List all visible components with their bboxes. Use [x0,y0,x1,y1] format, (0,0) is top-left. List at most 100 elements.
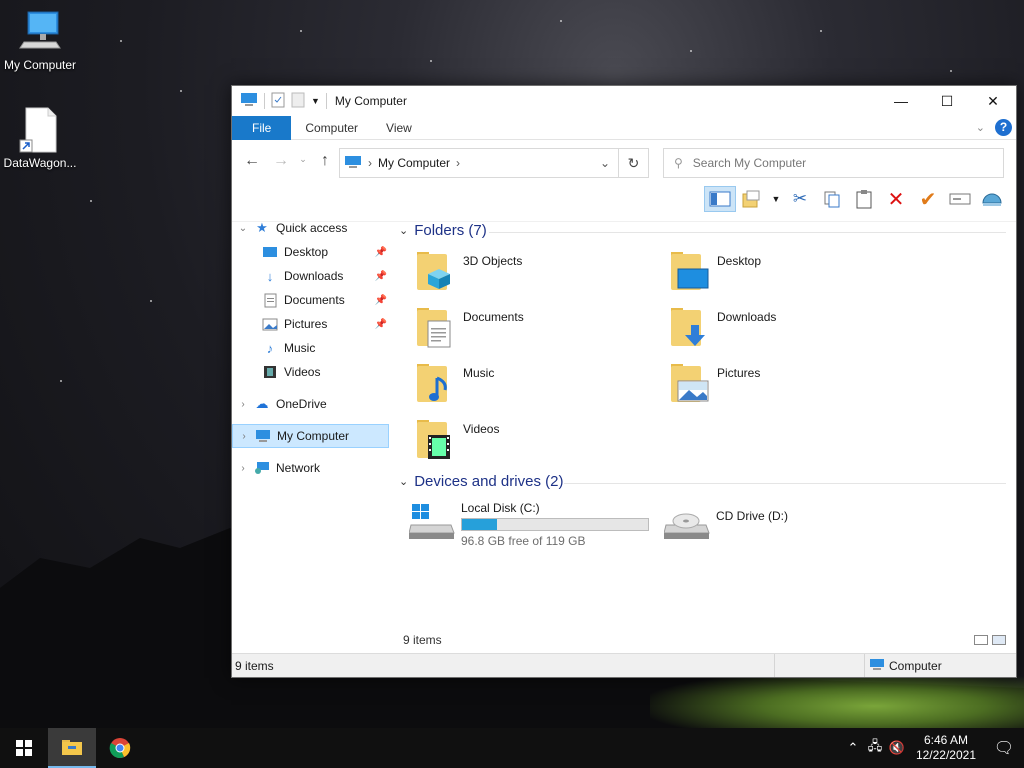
music-icon [415,362,455,406]
navigation-pane: ⌄ ★ Quick access Desktop 📌 ↓ Downloads 📌 Docu… [232,212,389,653]
sidebar-item-network[interactable]: › Network [232,456,389,480]
pin-icon[interactable]: 📌 [375,271,387,282]
chrome-icon [109,738,131,758]
taskbar: ⌃ 🖧 🔇 6:46 AM 12/22/2021 🗨 [0,728,1024,768]
large-icons-view-icon[interactable] [992,635,1006,645]
folder-downloads[interactable]: Downloads [669,306,909,354]
rename-check-icon[interactable]: ✔ [912,186,944,212]
folder-music[interactable]: Music [415,362,655,410]
clock-time: 6:46 AM [923,733,968,747]
pin-icon[interactable]: 📌 [375,319,387,330]
properties-icon[interactable] [271,92,285,111]
sidebar-item-label: Music [284,341,316,355]
cut-icon[interactable]: ✂ [784,186,816,212]
expand-ribbon-chevron-icon[interactable]: ⌄ [976,121,985,134]
tab-view[interactable]: View [372,116,426,140]
address-dropdown-chevron-icon[interactable]: ⌄ [600,156,610,170]
properties-icon[interactable] [736,186,768,212]
paste-icon[interactable] [848,186,880,212]
sidebar-item-music[interactable]: ♪ Music [232,336,389,360]
documents-icon [262,293,278,307]
clock[interactable]: 6:46 AM 12/22/2021 [908,733,984,763]
customize-dropdown-icon[interactable]: ▼ [311,96,320,106]
divider [264,93,265,109]
drive-cd-d[interactable]: CD Drive (D:) [663,501,788,541]
chevron-down-icon[interactable]: ⌄ [232,223,254,234]
search-input[interactable]: ⚲ Search My Computer [663,148,1004,178]
chevron-down-icon[interactable]: ⌄ [399,224,408,237]
horizon-glow [650,670,1024,730]
sidebar-item-pictures[interactable]: Pictures 📌 [232,312,389,336]
notifications-icon[interactable]: 🗨 [984,738,1024,758]
close-button[interactable]: ✕ [970,86,1016,116]
tab-file[interactable]: File [232,115,292,140]
recent-locations-chevron-icon[interactable]: ⌄ [291,154,315,165]
chevron-right-icon[interactable]: › [233,431,255,442]
sidebar-item-desktop[interactable]: Desktop 📌 [232,240,389,264]
videos-icon [415,418,455,462]
refresh-button[interactable]: ↻ [619,148,649,178]
clock-date: 12/22/2021 [915,748,976,762]
sidebar-item-my-computer[interactable]: › My Computer [232,424,389,448]
copy-icon[interactable] [816,186,848,212]
chevron-right-icon[interactable]: › [232,399,254,410]
folder-desktop[interactable]: Desktop [669,250,909,298]
chevron-right-icon[interactable]: › [232,463,254,474]
rename-field-icon[interactable] [944,186,976,212]
sidebar-item-label: Quick access [276,221,348,235]
drive-name: CD Drive (D:) [716,509,788,523]
divider [325,93,327,109]
address-bar[interactable]: › My Computer › ⌄ [339,148,619,178]
desktop-icon-label: DataWagon... [3,156,77,170]
pin-icon[interactable]: 📌 [375,247,387,258]
desktop-icon-datawagon[interactable]: DataWagon... [0,106,80,170]
folder-3d-objects[interactable]: 3D Objects [415,250,655,298]
group-header-folders[interactable]: ⌄ Folders (7) [399,222,487,239]
maximize-button[interactable]: ☐ [924,86,970,116]
cloud-icon: ☁ [255,396,269,411]
sidebar-item-onedrive[interactable]: › ☁ OneDrive [232,392,389,416]
up-arrow-icon[interactable]: ↑ [313,152,337,170]
delete-icon[interactable]: ✕ [880,186,912,212]
pin-icon[interactable]: 📌 [375,295,387,306]
network-status-icon[interactable]: 🖧 [864,737,886,759]
desktop-icon-label: My Computer [3,58,77,72]
sidebar-item-documents[interactable]: Documents 📌 [232,288,389,312]
sidebar-item-label: My Computer [277,429,350,443]
help-button[interactable]: ? [995,119,1012,136]
back-arrow-icon[interactable]: ← [240,152,264,170]
computer-icon [869,658,885,674]
folder-pictures[interactable]: Pictures [669,362,909,410]
drive-usage-bar [461,518,649,531]
breadcrumb[interactable]: My Computer [378,156,450,170]
chevron-down-icon[interactable]: ⌄ [399,475,408,488]
start-button[interactable] [0,728,48,768]
sidebar-item-label: Videos [284,365,321,379]
new-folder-icon[interactable] [291,92,305,111]
sidebar-item-videos[interactable]: Videos [232,360,389,384]
details-view-icon[interactable] [974,635,988,645]
chevron-up-icon[interactable]: ⌃ [842,740,864,756]
volume-muted-icon[interactable]: 🔇 [886,740,908,756]
music-icon: ♪ [266,340,274,356]
group-header-devices[interactable]: ⌄ Devices and drives (2) [399,473,563,490]
drive-name: Local Disk (C:) [461,501,540,515]
properties-dropdown-icon[interactable]: ▼ [768,186,784,212]
taskbar-chrome[interactable] [96,728,144,768]
tab-computer[interactable]: Computer [291,116,372,140]
item-count: 9 items [403,633,442,647]
content-area: ⌄ ★ Quick access Desktop 📌 ↓ Downloads 📌 Docu… [232,212,1016,653]
folder-documents[interactable]: Documents [415,306,655,354]
forward-arrow-icon[interactable]: → [269,152,293,170]
sidebar-item-downloads[interactable]: ↓ Downloads 📌 [232,264,389,288]
folder-videos[interactable]: Videos [415,418,655,466]
ribbon-tabs: File Computer View ⌄ ? [232,115,1016,140]
network-shell-icon[interactable] [976,186,1008,212]
drive-local-disk-c[interactable]: Local Disk (C:) 96.8 GB free of 119 GB [408,501,649,548]
sidebar-item-quick-access[interactable]: ⌄ ★ Quick access [232,216,389,240]
drive-free-space: 96.8 GB free of 119 GB [461,534,586,548]
minimize-button[interactable]: — [878,86,924,116]
desktop-icon-my-computer[interactable]: My Computer [0,8,80,72]
preview-pane-icon[interactable] [704,186,736,212]
taskbar-file-explorer[interactable] [48,728,96,768]
